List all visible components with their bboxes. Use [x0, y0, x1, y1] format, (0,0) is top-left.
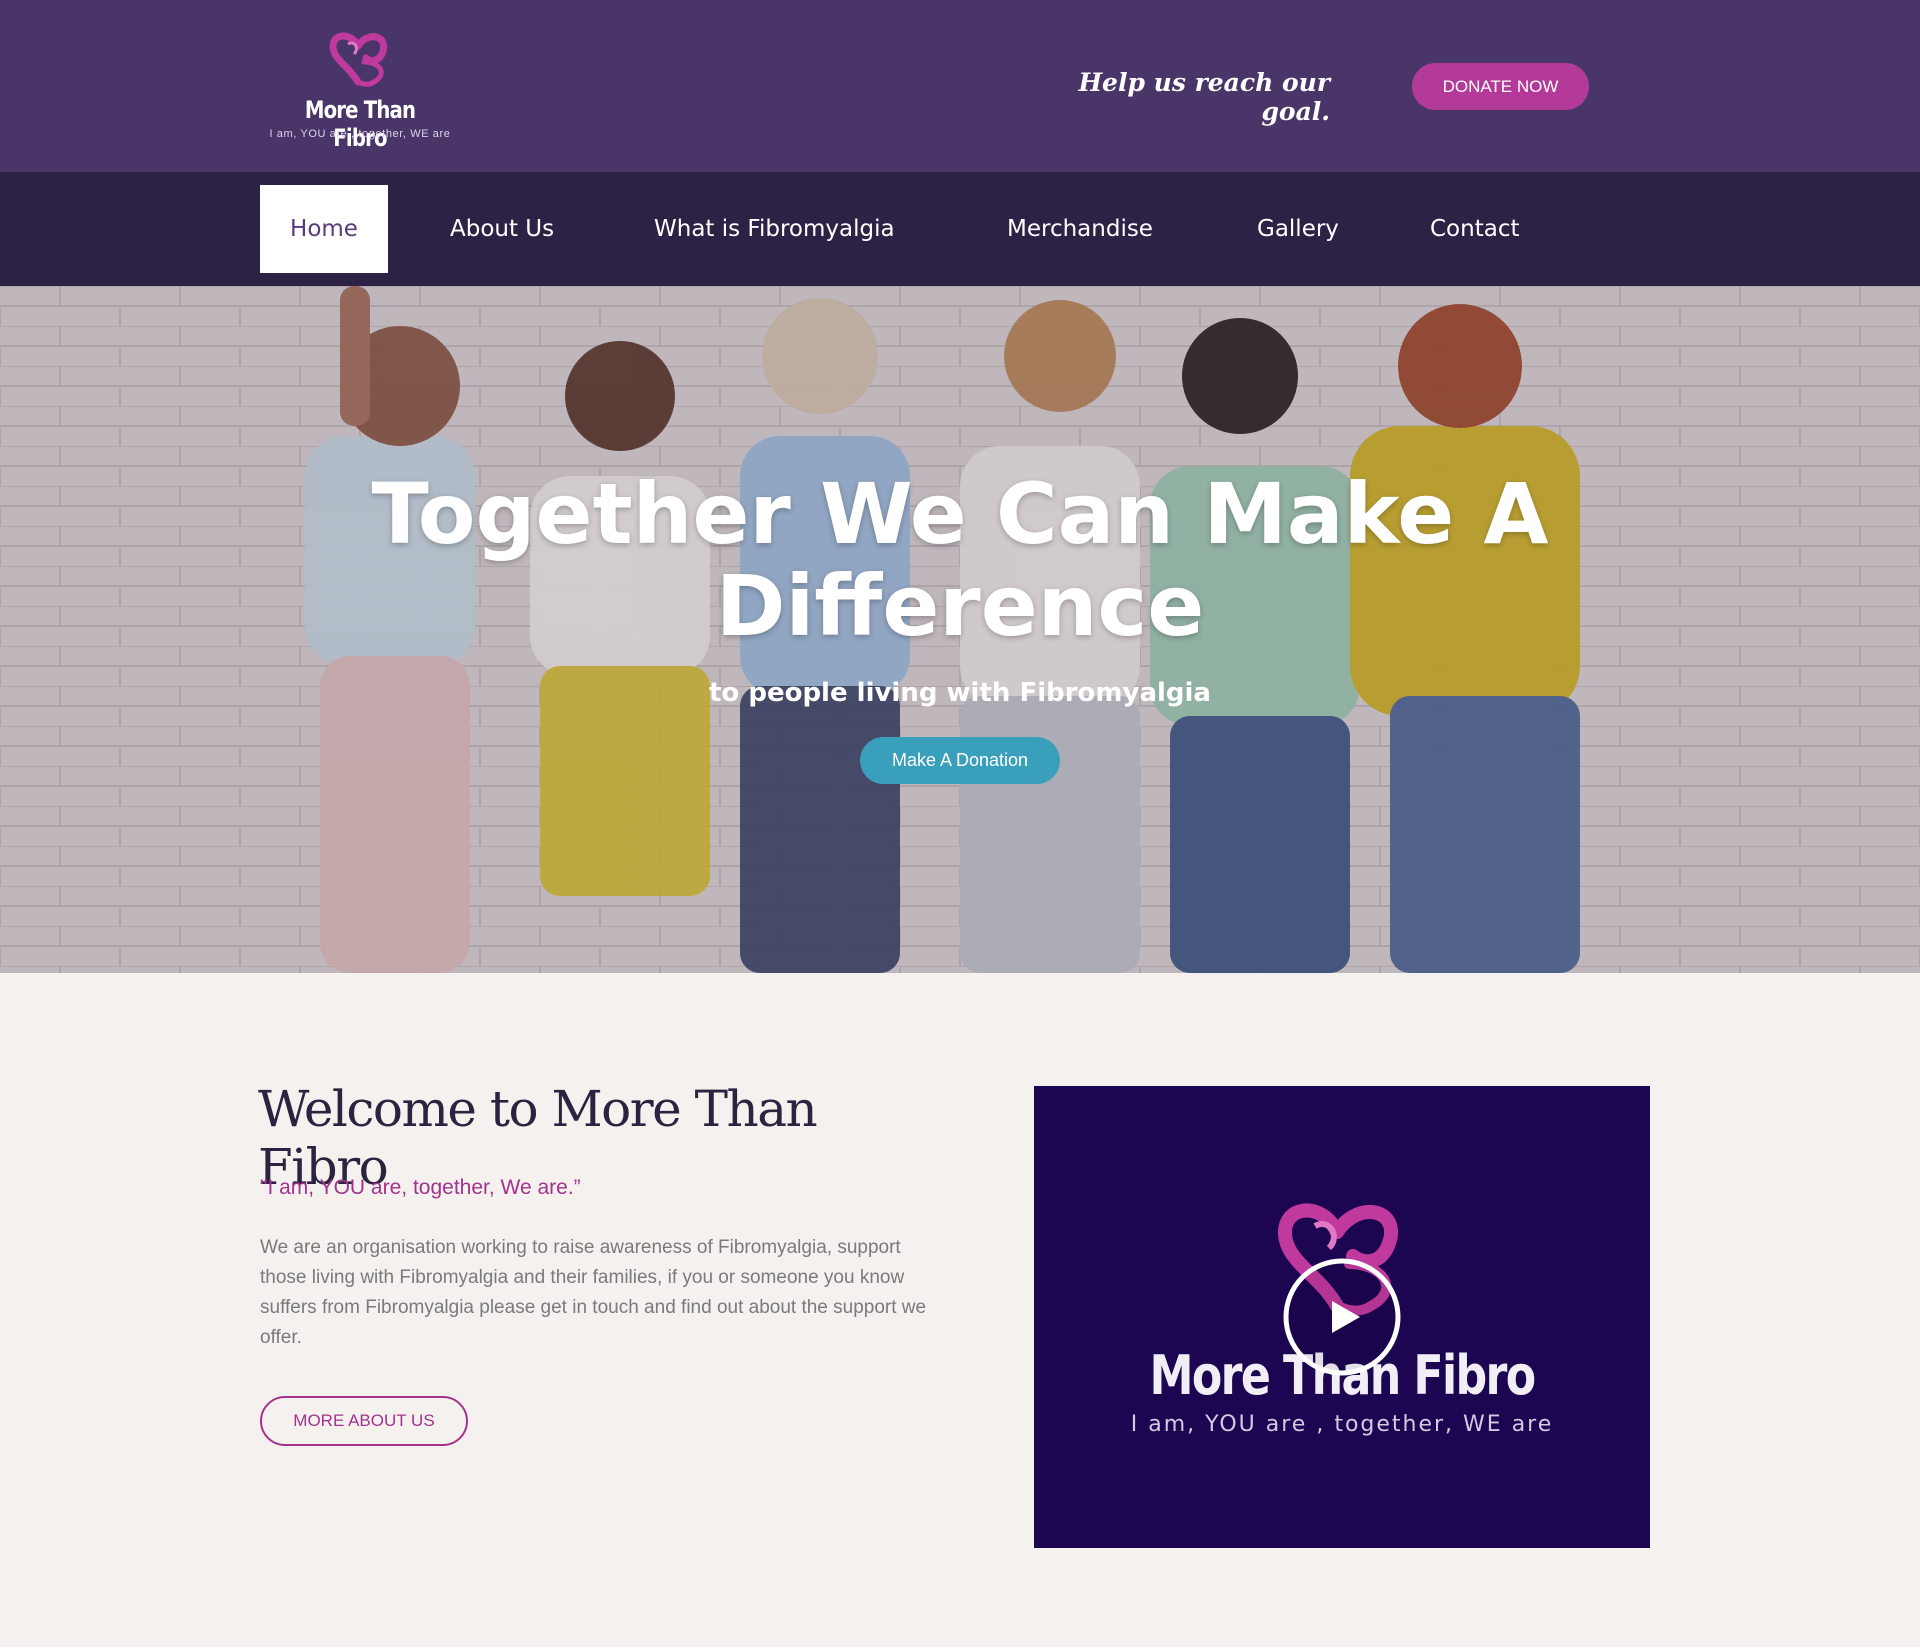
video-logo-tagline: I am, YOU are , together, WE are — [1130, 1412, 1554, 1437]
nav-item-home[interactable]: Home — [260, 185, 388, 273]
goal-text: Help us reach our goal. — [1078, 68, 1330, 126]
hero-title: Together We Can Make A Difference — [371, 465, 1549, 655]
make-donation-button[interactable]: Make A Donation — [860, 737, 1060, 784]
nav-item-what-is-fibromyalgia[interactable]: What is Fibromyalgia — [654, 185, 895, 273]
more-about-us-button[interactable]: MORE ABOUT US — [260, 1396, 468, 1446]
hero-subtitle: to people living with Fibromyalgia — [709, 678, 1211, 708]
top-header: More Than Fibro I am, YOU are , together… — [0, 0, 1920, 172]
nav-item-contact[interactable]: Contact — [1430, 185, 1519, 273]
logo-name: More Than Fibro — [304, 96, 416, 152]
welcome-quote: "I am, YOU are, together, We are.” — [260, 1176, 581, 1199]
nav-item-gallery[interactable]: Gallery — [1257, 185, 1339, 273]
nav-item-merchandise[interactable]: Merchandise — [1007, 185, 1153, 273]
logo-tagline: I am, YOU are , together, WE are — [269, 128, 451, 140]
intro-video[interactable]: More Than Fibro I am, YOU are , together… — [1034, 1086, 1650, 1548]
site-logo[interactable]: More Than Fibro I am, YOU are , together… — [262, 26, 458, 152]
donate-now-button[interactable]: DONATE NOW — [1412, 63, 1589, 110]
play-icon[interactable] — [1282, 1257, 1402, 1377]
hero-banner: Together We Can Make A Difference to peo… — [0, 286, 1920, 973]
main-nav: Home About Us What is Fibromyalgia Merch… — [0, 172, 1920, 286]
heart-logo-icon — [329, 32, 388, 87]
nav-item-about-us[interactable]: About Us — [450, 185, 554, 273]
welcome-body: We are an organisation working to raise … — [260, 1237, 927, 1348]
